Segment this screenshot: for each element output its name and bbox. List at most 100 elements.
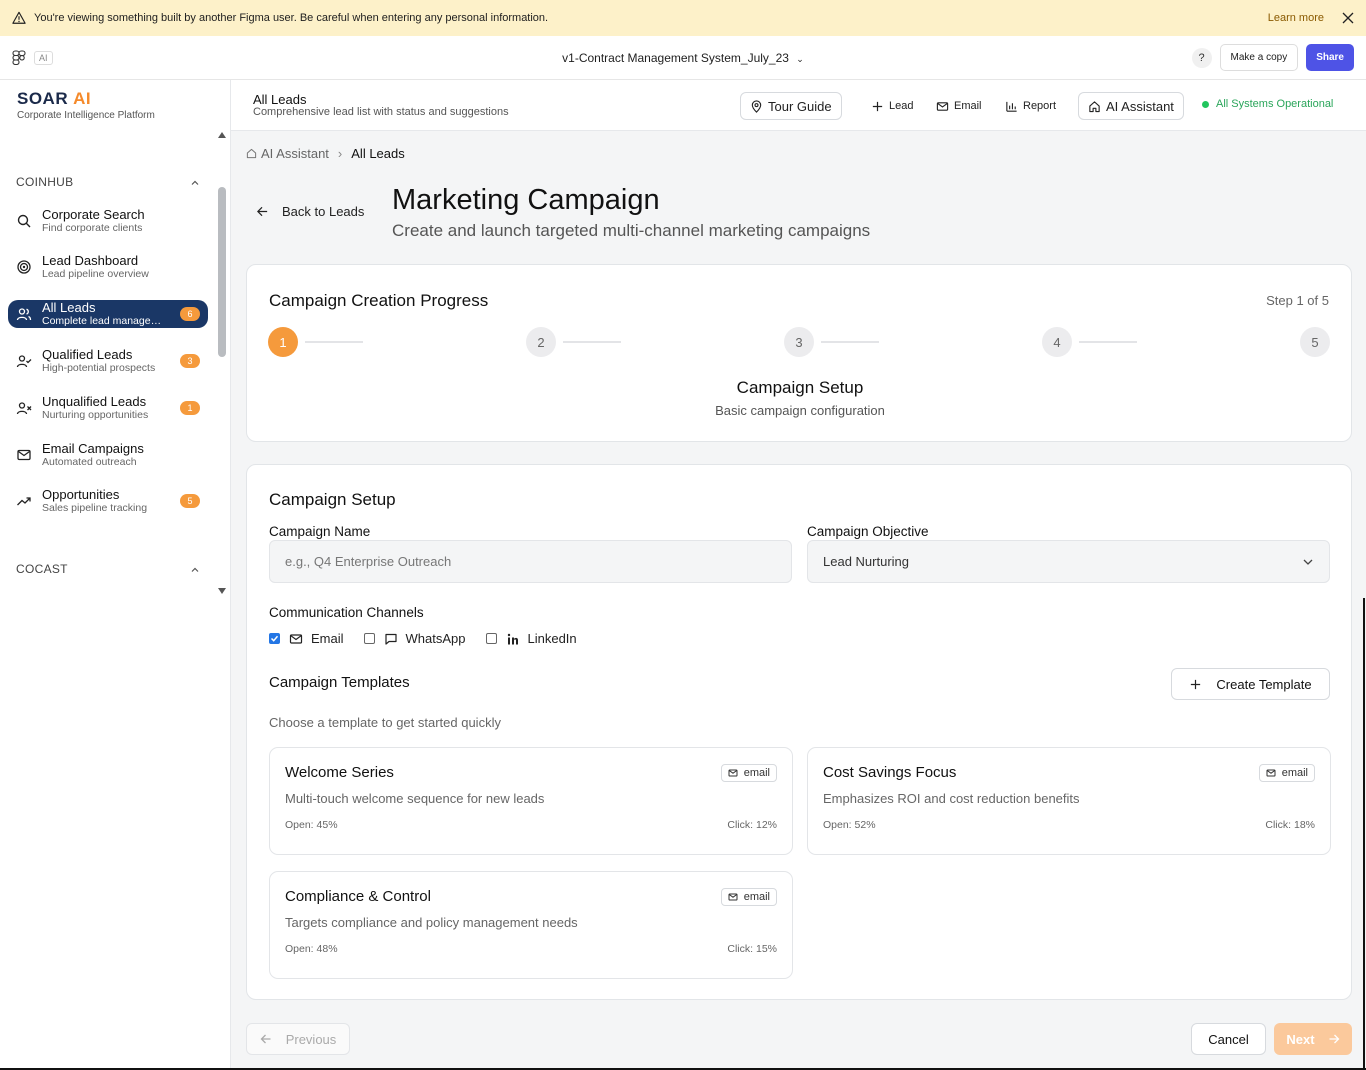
channel-email[interactable]: Email	[269, 631, 344, 646]
brand-logo-main: SOAR	[17, 89, 69, 108]
step-4[interactable]: 4	[1042, 327, 1072, 357]
channels-label: Communication Channels	[269, 605, 424, 620]
file-title: v1-Contract Management System_July_23 ⌄	[0, 51, 1366, 65]
open-rate: Open: 52%	[823, 819, 876, 831]
sidebar-item-sub: Automated outreach	[42, 456, 137, 468]
user-check-icon	[16, 355, 32, 368]
tour-guide-button[interactable]: Tour Guide	[740, 92, 842, 120]
progress-title: Campaign Creation Progress	[269, 291, 489, 310]
breadcrumb-home[interactable]: AI Assistant	[261, 146, 329, 161]
brand-logo: SOAR AI	[17, 89, 155, 109]
section-cocast[interactable]: COCAST	[16, 562, 68, 576]
channel-label: WhatsApp	[405, 631, 466, 646]
template-card-cost-savings[interactable]: Cost Savings Focus email Emphasizes ROI …	[807, 747, 1331, 855]
channel-whatsapp[interactable]: WhatsApp	[363, 631, 466, 646]
setup-title: Campaign Setup	[269, 490, 396, 509]
share-button[interactable]: Share	[1306, 44, 1354, 71]
scroll-down-arrow-icon[interactable]	[217, 587, 227, 595]
open-rate: Open: 45%	[285, 819, 338, 831]
previous-button[interactable]: Previous	[246, 1023, 350, 1055]
channel-label: Email	[311, 631, 344, 646]
add-lead-button[interactable]: Lead	[871, 92, 913, 120]
sidebar-item-label: Corporate Search	[42, 208, 145, 222]
users-icon	[16, 308, 32, 321]
sidebar-item-email-campaigns[interactable]: Email Campaigns Automated outreach	[8, 435, 208, 475]
app-frame: SOAR AI Corporate Intelligence Platform …	[0, 80, 1366, 1070]
step-connector	[305, 341, 363, 343]
step-3[interactable]: 3	[784, 327, 814, 357]
sidebar-item-opportunities[interactable]: Opportunities Sales pipeline tracking 5	[8, 481, 208, 521]
whatsapp-checkbox[interactable]	[363, 633, 375, 644]
close-icon[interactable]	[1342, 12, 1354, 24]
brand-subtitle: Corporate Intelligence Platform	[17, 110, 155, 121]
step-2[interactable]: 2	[526, 327, 556, 357]
chevron-down-icon[interactable]: ⌄	[796, 54, 804, 64]
create-template-label: Create Template	[1216, 676, 1312, 692]
create-template-button[interactable]: Create Template	[1171, 668, 1330, 700]
file-title-text[interactable]: v1-Contract Management System_July_23	[562, 51, 789, 65]
cancel-button[interactable]: Cancel	[1191, 1023, 1266, 1055]
chevron-up-icon[interactable]	[190, 178, 200, 188]
map-pin-icon	[751, 99, 762, 113]
campaign-objective-select[interactable]: Lead Nurturing	[807, 540, 1330, 583]
help-button[interactable]: ?	[1191, 47, 1212, 68]
sidebar-item-corporate-search[interactable]: Corporate Search Find corporate clients	[8, 201, 208, 241]
sidebar-item-sub: High-potential prospects	[42, 362, 156, 374]
click-rate: Click: 15%	[727, 943, 777, 955]
lead-label: Lead	[889, 100, 914, 112]
linkedin-checkbox[interactable]	[485, 633, 497, 644]
sidebar-item-sub: Find corporate clients	[42, 222, 143, 234]
chevron-up-icon[interactable]	[190, 565, 200, 575]
report-label: Report	[1023, 100, 1057, 112]
sidebar-scroll-area[interactable]: COINHUB Corporate Search Find corporate c…	[0, 130, 231, 600]
campaign-objective-label: Campaign Objective	[807, 524, 929, 539]
template-card-welcome-series[interactable]: Welcome Series email Multi-touch welcome…	[269, 747, 793, 855]
learn-more-link[interactable]: Learn more	[1268, 12, 1324, 24]
campaign-name-input[interactable]: e.g., Q4 Enterprise Outreach	[269, 540, 792, 583]
template-description: Emphasizes ROI and cost reduction benefi…	[823, 791, 1080, 806]
scroll-up-arrow-icon[interactable]	[217, 131, 227, 139]
report-button[interactable]: Report	[1005, 92, 1056, 120]
make-copy-button[interactable]: Make a copy	[1219, 44, 1299, 71]
status-dot	[1202, 100, 1209, 108]
arrow-right-icon	[1329, 1034, 1340, 1044]
step-5[interactable]: 5	[1300, 327, 1330, 357]
sidebar-item-label: Opportunities	[42, 488, 120, 502]
sidebar-item-label: Unqualified Leads	[42, 395, 147, 409]
campaign-setup-card: Campaign Setup Campaign Name e.g., Q4 En…	[246, 464, 1352, 1000]
sidebar-item-qualified-leads[interactable]: Qualified Leads High-potential prospects …	[8, 341, 208, 381]
ai-assistant-button[interactable]: AI Assistant	[1078, 92, 1184, 120]
figma-logo-icon[interactable]	[12, 49, 26, 66]
email-button[interactable]: Email	[936, 92, 982, 120]
status-text: All Systems Operational	[1216, 98, 1334, 110]
channel-tag: email	[720, 888, 777, 906]
trending-up-icon	[17, 497, 31, 506]
back-to-leads-button[interactable]: Back to Leads	[256, 204, 364, 219]
ai-chip[interactable]: AI	[34, 50, 53, 65]
count-badge: 5	[180, 494, 200, 508]
section-coinhub[interactable]: COINHUB	[16, 175, 73, 189]
plus-icon	[872, 101, 883, 111]
next-button[interactable]: Next	[1274, 1023, 1352, 1055]
sidebar-item-lead-dashboard[interactable]: Lead Dashboard Lead pipeline overview	[8, 247, 208, 287]
count-badge: 3	[180, 354, 200, 368]
step-connector	[563, 341, 621, 343]
channel-linkedin[interactable]: LinkedIn	[485, 631, 577, 646]
page-header-subtitle: Comprehensive lead list with status and …	[253, 106, 509, 118]
count-badge: 1	[180, 401, 200, 415]
template-name: Cost Savings Focus	[823, 764, 957, 781]
templates-subtitle: Choose a template to get started quickly	[269, 715, 501, 730]
template-card-compliance[interactable]: Compliance & Control email Targets compl…	[269, 871, 793, 979]
email-checkbox[interactable]	[269, 633, 280, 644]
channel-options: Email WhatsApp LinkedIn	[269, 631, 597, 646]
arrow-left-icon	[257, 206, 268, 217]
brand-logo-ai: AI	[73, 89, 92, 108]
channel-tag: email	[1258, 764, 1315, 782]
sidebar-item-all-leads[interactable]: All Leads Complete lead management 6	[8, 300, 208, 328]
sidebar-item-unqualified-leads[interactable]: Unqualified Leads Nurturing opportunities…	[8, 388, 208, 428]
mail-icon	[936, 101, 949, 111]
sidebar-scroll-thumb[interactable]	[218, 187, 226, 357]
next-label: Next	[1286, 1031, 1315, 1047]
step-1[interactable]: 1	[268, 327, 298, 357]
plus-icon	[1191, 679, 1201, 689]
